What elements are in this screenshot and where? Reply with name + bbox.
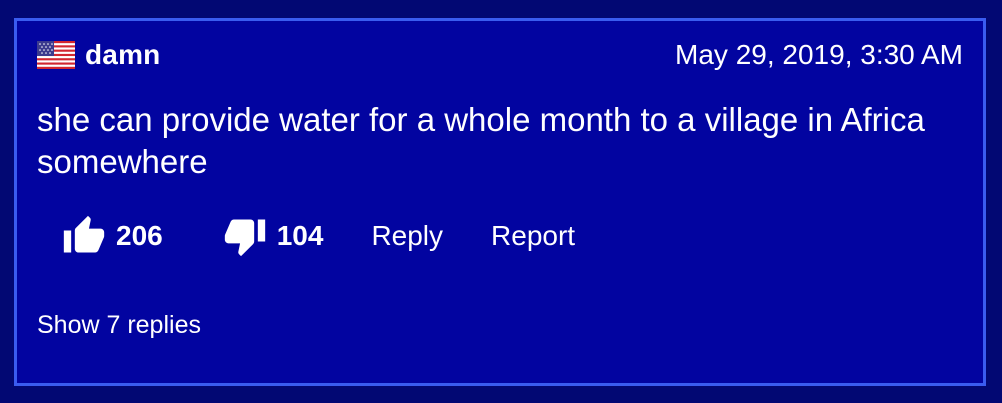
comment-header: damn May 29, 2019, 3:30 AM xyxy=(37,35,963,75)
report-button[interactable]: Report xyxy=(491,220,575,252)
reply-button[interactable]: Reply xyxy=(371,220,443,252)
show-replies-link[interactable]: Show 7 replies xyxy=(37,311,201,340)
like-count: 206 xyxy=(116,220,163,251)
thumbs-up-icon xyxy=(63,215,105,253)
thumbs-down-icon xyxy=(224,219,265,257)
comment-actions: 206 104 Reply Report xyxy=(62,211,575,261)
dislike-count: 104 xyxy=(276,220,324,251)
comment-card: damn May 29, 2019, 3:30 AM she can provi… xyxy=(14,18,986,386)
username[interactable]: damn xyxy=(85,39,160,71)
us-flag-icon xyxy=(37,41,75,69)
comment-text: she can provide water for a whole month … xyxy=(37,101,925,180)
like-button[interactable]: 206 xyxy=(62,214,163,258)
dislike-button[interactable]: 104 xyxy=(223,214,324,258)
comment-timestamp: May 29, 2019, 3:30 AM xyxy=(675,39,963,70)
comment-author: damn xyxy=(37,39,160,71)
